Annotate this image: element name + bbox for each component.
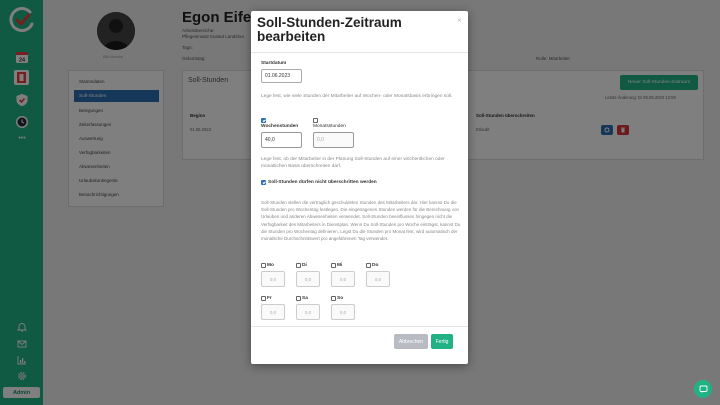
day-input-mo[interactable]: 0,0 (261, 271, 285, 287)
chat-button[interactable] (694, 380, 712, 398)
day-label-do: Do (372, 263, 379, 268)
chat-icon (699, 385, 707, 393)
day-input-fr[interactable]: 0,0 (261, 304, 285, 320)
start-date-label: Startdatum (261, 61, 287, 66)
day-label-fr: Fr (267, 296, 272, 301)
day-label-so: So (337, 296, 344, 301)
day-checkbox-mi[interactable] (331, 263, 336, 268)
close-icon[interactable]: × (457, 16, 462, 25)
day-label-di: Di (302, 263, 307, 268)
monthly-hours-checkbox[interactable] (313, 118, 318, 123)
day-label-mi: Mi (337, 263, 343, 268)
day-checkbox-so[interactable] (331, 296, 336, 301)
footer-divider (251, 326, 468, 327)
day-input-do[interactable]: 0,0 (366, 271, 390, 287)
dialog-title: Soll-Stunden-Zeitraum bearbeiten (257, 15, 402, 44)
day-input-sa[interactable]: 0,0 (296, 304, 320, 320)
basis-help: Lege fest, wie viele Stunden der Mitarbe… (261, 94, 453, 99)
edit-period-dialog: Soll-Stunden-Zeitraum bearbeiten × Start… (251, 11, 468, 364)
monthly-hours-label: Monatsstunden (313, 124, 346, 129)
start-date-input[interactable]: 01.06.2023 (261, 69, 302, 83)
exceed-help: Lege fest, ob der Mitarbeiter in der Pla… (261, 157, 445, 169)
day-checkbox-fr[interactable] (261, 296, 266, 301)
weekly-hours-label: Wochenstunden (261, 124, 299, 129)
day-input-so[interactable]: 0,0 (331, 304, 355, 320)
done-button[interactable]: Fertig (431, 334, 453, 349)
info-text: Soll-Stunden stellen die vertraglich ges… (261, 200, 461, 242)
day-input-di[interactable]: 0,0 (296, 271, 320, 287)
weekly-hours-checkbox[interactable] (261, 118, 266, 123)
day-input-mi[interactable]: 0,0 (331, 271, 355, 287)
weekly-hours-input[interactable]: 40,0 (261, 132, 302, 148)
day-checkbox-di[interactable] (296, 263, 301, 268)
day-label-sa: Sa (302, 296, 308, 301)
day-label-mo: Mo (267, 263, 274, 268)
day-checkbox-sa[interactable] (296, 296, 301, 301)
no-exceed-label: Soll-Stunden dürfen nicht überschritten … (268, 180, 377, 185)
cancel-button[interactable]: Abbrechen (394, 334, 428, 349)
no-exceed-checkbox[interactable] (261, 180, 266, 185)
day-checkbox-mo[interactable] (261, 263, 266, 268)
divider (251, 52, 468, 53)
monthly-hours-input[interactable]: 0,0 (313, 132, 354, 148)
day-checkbox-do[interactable] (366, 263, 371, 268)
